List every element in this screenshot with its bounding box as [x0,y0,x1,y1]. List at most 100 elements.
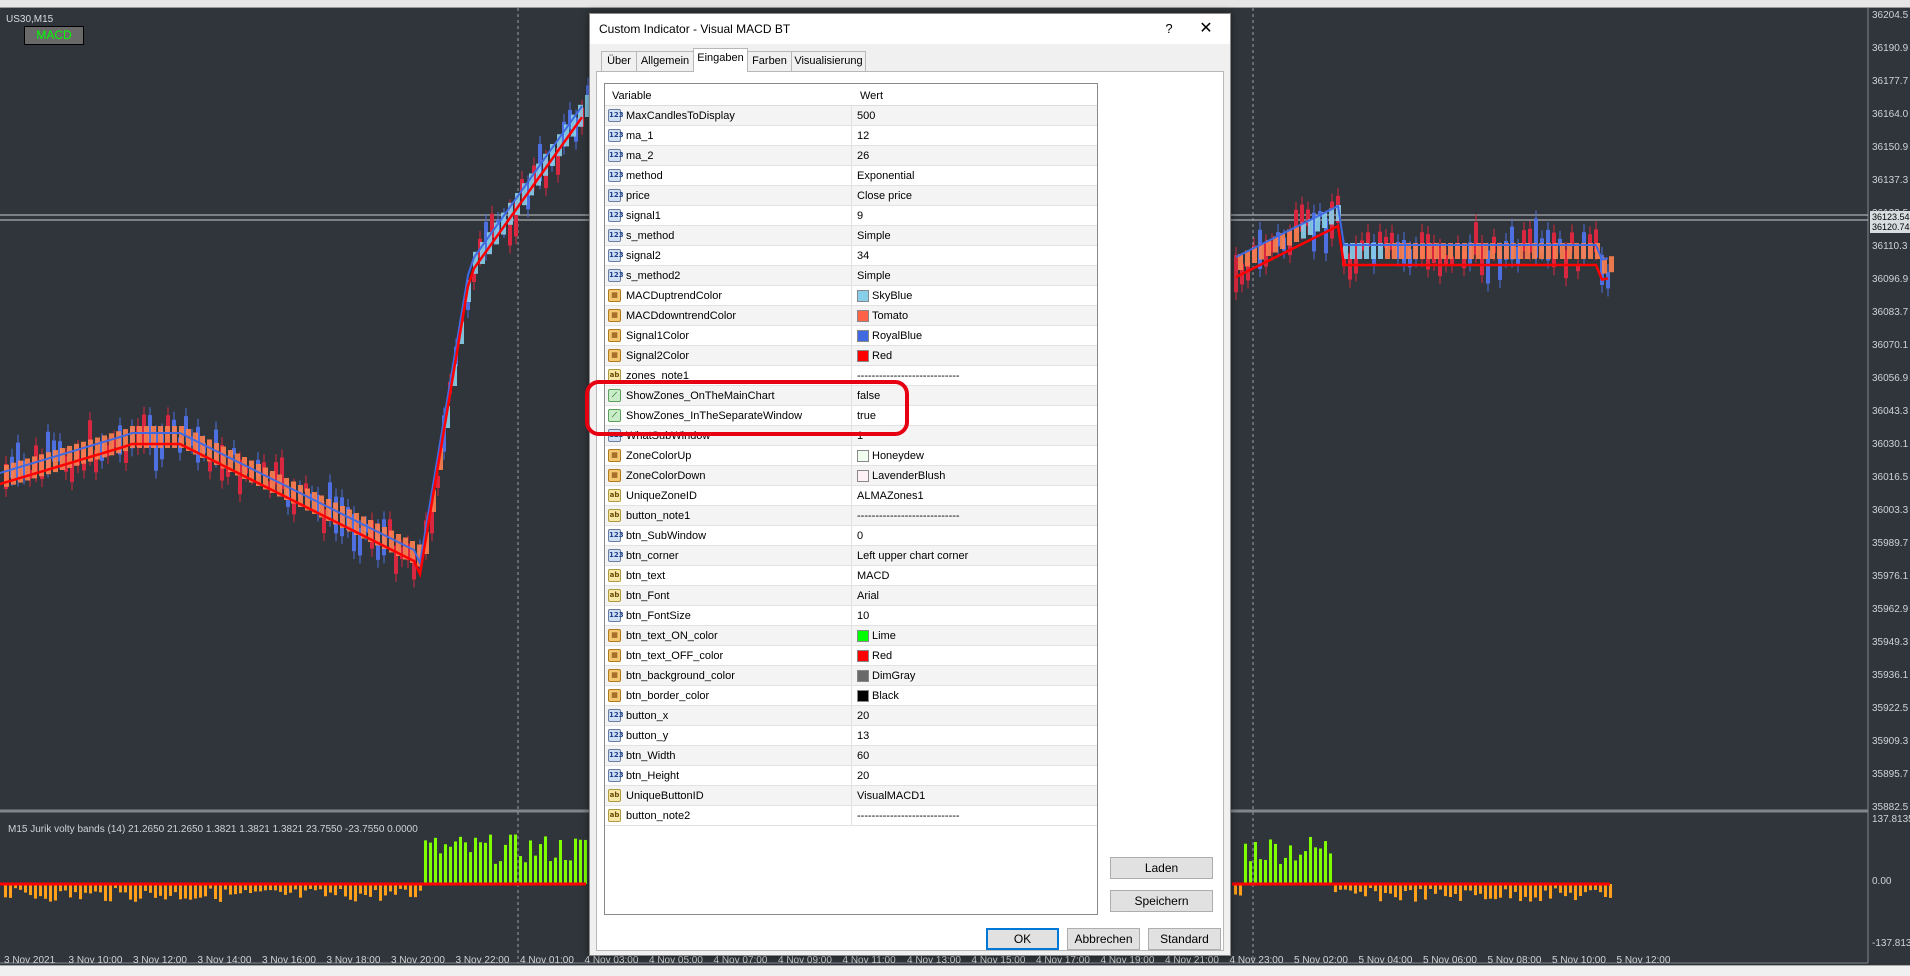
value-cell[interactable]: Simple [853,226,1097,246]
variable-cell: 123 btn_Width [605,746,852,766]
table-row[interactable]: ▦ Signal1Color RoyalBlue [605,326,1097,346]
close-icon[interactable]: ✕ [1190,18,1222,40]
table-row[interactable]: ▦ Signal2Color Red [605,346,1097,366]
variable-cell: 123 s_method [605,226,852,246]
value-cell[interactable]: ---------------------------- [853,806,1097,826]
table-row[interactable]: 123 btn_FontSize 10 [605,606,1097,626]
table-row[interactable]: ▦ ZoneColorDown LavenderBlush [605,466,1097,486]
table-row[interactable]: 123 btn_SubWindow 0 [605,526,1097,546]
table-row[interactable]: ▦ MACDdowntrendColor Tomato [605,306,1097,326]
table-row[interactable]: ab button_note2 --------------------------… [605,806,1097,826]
subwindow-histogram-bar [39,884,42,897]
value-cell[interactable]: Honeydew [853,446,1097,466]
value-cell[interactable]: RoyalBlue [853,326,1097,346]
price-axis-label: 35936.1 [1872,670,1909,681]
tab-visualisierung[interactable]: Visualisierung [791,51,866,71]
tab-farben[interactable]: Farben [747,51,792,71]
table-row[interactable]: ab button_note1 --------------------------… [605,506,1097,526]
help-button[interactable]: ? [1156,18,1182,40]
table-row[interactable]: 123 ma_2 26 [605,146,1097,166]
table-row[interactable]: 123 MaxCandlesToDisplay 500 [605,106,1097,126]
value-cell[interactable]: Simple [853,266,1097,286]
ok-button[interactable]: OK [986,928,1059,950]
table-row[interactable]: 123 button_x 20 [605,706,1097,726]
save-button[interactable]: Speichern [1110,890,1213,912]
value-cell[interactable]: LavenderBlush [853,466,1097,486]
table-row[interactable]: ▦ btn_background_color DimGray [605,666,1097,686]
table-row[interactable]: 123 signal2 34 [605,246,1097,266]
value-cell[interactable]: 20 [853,706,1097,726]
cancel-button[interactable]: Abbrechen [1067,928,1140,950]
tab-allgemein[interactable]: Allgemein [636,51,694,71]
value-cell[interactable]: 500 [853,106,1097,126]
default-button[interactable]: Standard [1148,928,1221,950]
color-swatch [857,650,869,662]
table-row[interactable]: 123 button_y 13 [605,726,1097,746]
table-row[interactable]: 123 btn_corner Left upper chart corner [605,546,1097,566]
value-cell[interactable]: Tomato [853,306,1097,326]
price-axis-label: 36083.7 [1872,307,1909,318]
table-row[interactable]: ▦ MACDuptrendColor SkyBlue [605,286,1097,306]
table-row[interactable]: 123 s_method2 Simple [605,266,1097,286]
subwindow-histogram-bar [409,884,412,897]
chart-scrollbar[interactable] [0,965,1910,976]
value-cell[interactable]: 26 [853,146,1097,166]
variable-name: MACDuptrendColor [626,290,722,302]
table-row[interactable]: ab UniqueZoneID ALMAZones1 [605,486,1097,506]
variable-cell: ab button_note2 [605,806,852,826]
value-cell[interactable]: MACD [853,566,1097,586]
value-cell[interactable]: ---------------------------- [853,506,1097,526]
value-cell[interactable]: SkyBlue [853,286,1097,306]
value-cell[interactable]: 10 [853,606,1097,626]
table-row[interactable]: 123 ma_1 12 [605,126,1097,146]
variable-name: Signal2Color [626,350,689,362]
price-axis-label: 36003.3 [1872,505,1909,516]
table-row[interactable]: 123 price Close price [605,186,1097,206]
table-row[interactable]: 123 btn_Width 60 [605,746,1097,766]
table-row[interactable]: ▦ btn_border_color Black [605,686,1097,706]
subwindow-histogram-bar [384,884,387,896]
value-cell[interactable]: 9 [853,206,1097,226]
value-cell[interactable]: Red [853,346,1097,366]
value-cell[interactable]: VisualMACD1 [853,786,1097,806]
table-row[interactable]: 123 method Exponential [605,166,1097,186]
value-cell[interactable]: ALMAZones1 [853,486,1097,506]
tab-eingaben[interactable]: Eingaben [693,48,748,72]
variable-cell: 123 price [605,186,852,206]
value-cell[interactable]: 60 [853,746,1097,766]
value-cell[interactable]: 34 [853,246,1097,266]
value-cell[interactable]: Arial [853,586,1097,606]
table-row[interactable]: 123 btn_Height 20 [605,766,1097,786]
subwindow-histogram-bar [69,884,72,898]
value-cell[interactable]: DimGray [853,666,1097,686]
variable-name: button_x [626,710,669,722]
value-cell[interactable]: Black [853,686,1097,706]
value-cell[interactable]: Exponential [853,166,1097,186]
value-cell[interactable]: Close price [853,186,1097,206]
dialog-titlebar[interactable]: Custom Indicator - Visual MACD BT ? ✕ [590,14,1230,44]
inputs-table[interactable]: Variable Wert 123 MaxCandlesToDisplay 500 1… [604,83,1098,915]
tab-ueber[interactable]: Über [601,51,637,71]
value-cell[interactable]: Red [853,646,1097,666]
table-row[interactable]: ▦ btn_text_OFF_color Red [605,646,1097,666]
table-row[interactable]: 123 signal1 9 [605,206,1097,226]
variable-name: signal2 [626,250,661,262]
variable-cell: ▦ Signal2Color [605,346,852,366]
table-row[interactable]: ab btn_Font Arial [605,586,1097,606]
value-cell[interactable]: Lime [853,626,1097,646]
table-row[interactable]: ▦ ZoneColorUp Honeydew [605,446,1097,466]
table-row[interactable]: ab btn_text MACD [605,566,1097,586]
subwindow-histogram-bar [1539,884,1542,902]
value-cell[interactable]: 13 [853,726,1097,746]
table-row[interactable]: ▦ btn_text_ON_color Lime [605,626,1097,646]
table-row[interactable]: 123 s_method Simple [605,226,1097,246]
value-cell[interactable]: 0 [853,526,1097,546]
value-cell[interactable]: 12 [853,126,1097,146]
variable-name: button_y [626,730,669,742]
load-button[interactable]: Laden [1110,857,1213,879]
price-axis-label: 36056.9 [1872,373,1909,384]
table-row[interactable]: ab UniqueButtonID VisualMACD1 [605,786,1097,806]
macd-toggle-button[interactable]: MACD [24,26,84,45]
value-cell[interactable]: Left upper chart corner [853,546,1097,566]
value-cell[interactable]: 20 [853,766,1097,786]
